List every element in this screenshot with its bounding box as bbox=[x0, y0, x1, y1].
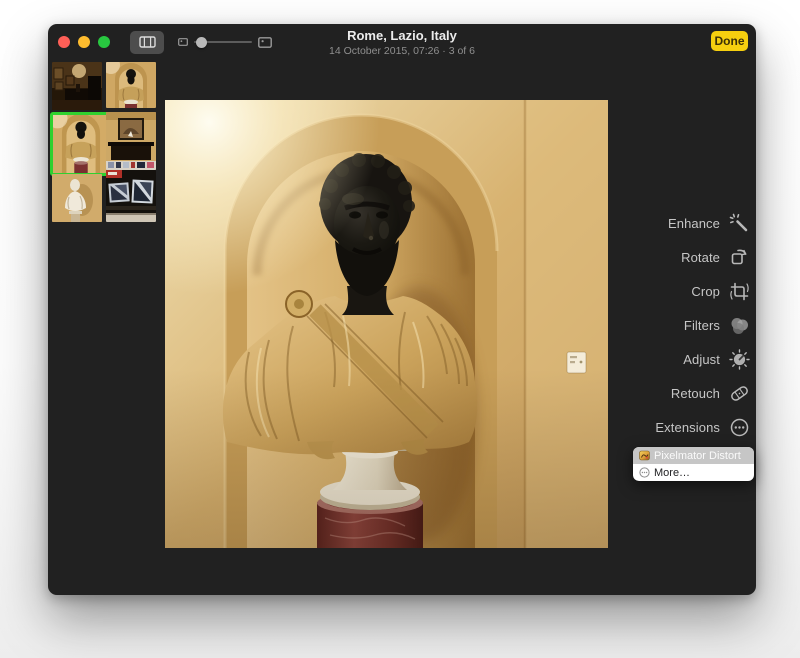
thumbnail-4-painting-cabinet[interactable] bbox=[106, 112, 156, 170]
minimize-button[interactable] bbox=[78, 36, 90, 48]
small-image-icon bbox=[178, 38, 188, 46]
tool-crop-label: Crop bbox=[691, 284, 720, 299]
thumbnail-5-white-bust[interactable] bbox=[52, 174, 102, 222]
tool-enhance[interactable]: Enhance bbox=[668, 212, 750, 234]
thumbnail-3-bust-in-niche-selected[interactable] bbox=[50, 112, 112, 176]
close-button[interactable] bbox=[58, 36, 70, 48]
traffic-lights bbox=[58, 36, 110, 48]
titlebar: Rome, Lazio, Italy 14 October 2015, 07:2… bbox=[48, 24, 756, 60]
thumbnail-1-room-interior[interactable] bbox=[52, 62, 102, 110]
extensions-popup-menu: Pixelmator Distort More… bbox=[633, 447, 754, 481]
filters-icon bbox=[729, 315, 750, 336]
main-photo-bust-of-roman-emperor bbox=[165, 100, 608, 548]
zoom-slider-track[interactable] bbox=[194, 41, 252, 43]
tool-adjust[interactable]: Adjust bbox=[683, 348, 750, 370]
crop-icon bbox=[729, 281, 750, 302]
thumbnail-browser-icon bbox=[139, 36, 156, 48]
tool-retouch[interactable]: Retouch bbox=[671, 382, 750, 404]
tool-rotate[interactable]: Rotate bbox=[681, 246, 750, 268]
rotate-icon bbox=[729, 247, 750, 268]
more-ellipsis-icon bbox=[639, 467, 650, 478]
thumbnail-browser-toggle-button[interactable] bbox=[130, 31, 164, 54]
room-interior-image bbox=[52, 62, 102, 110]
tool-crop[interactable]: Crop bbox=[691, 280, 750, 302]
tool-extensions[interactable]: Extensions bbox=[655, 416, 750, 438]
zoom-slider-thumb[interactable] bbox=[196, 37, 207, 48]
dark-shelf-image bbox=[106, 170, 156, 222]
tool-extensions-label: Extensions bbox=[655, 420, 720, 435]
tool-enhance-label: Enhance bbox=[668, 216, 720, 231]
magic-wand-icon bbox=[729, 213, 750, 234]
titlebar-text: Rome, Lazio, Italy 14 October 2015, 07:2… bbox=[329, 28, 475, 58]
menu-item-label: More… bbox=[654, 467, 690, 479]
done-button[interactable]: Done bbox=[711, 31, 748, 51]
menu-item-label: Pixelmator Distort bbox=[654, 450, 741, 462]
tool-filters[interactable]: Filters bbox=[684, 314, 750, 336]
photos-edit-window: Rome, Lazio, Italy 14 October 2015, 07:2… bbox=[48, 24, 756, 595]
menu-item-more[interactable]: More… bbox=[633, 464, 754, 481]
adjust-icon bbox=[729, 349, 750, 370]
thumbnail-6-dark-shelf[interactable] bbox=[106, 170, 156, 222]
bust-in-niche-image bbox=[106, 62, 156, 108]
selected-bust-image bbox=[53, 115, 109, 173]
white-bust-image bbox=[52, 174, 102, 222]
pixelmator-distort-app-icon bbox=[639, 450, 650, 461]
tool-adjust-label: Adjust bbox=[683, 352, 720, 367]
tool-retouch-label: Retouch bbox=[671, 386, 720, 401]
ellipsis-circle-icon bbox=[729, 417, 750, 438]
page-title: Rome, Lazio, Italy bbox=[329, 28, 475, 44]
tool-filters-label: Filters bbox=[684, 318, 720, 333]
large-image-icon bbox=[258, 37, 272, 48]
photo-date-counter: 14 October 2015, 07:26 · 3 of 6 bbox=[329, 45, 475, 58]
thumbnail-2-bust-in-niche[interactable] bbox=[106, 62, 156, 108]
zoom-slider[interactable] bbox=[178, 37, 272, 48]
painting-cabinet-image bbox=[106, 112, 156, 170]
zoom-window-button[interactable] bbox=[98, 36, 110, 48]
tool-rotate-label: Rotate bbox=[681, 250, 720, 265]
bandage-icon bbox=[729, 383, 750, 404]
menu-item-pixelmator-distort[interactable]: Pixelmator Distort bbox=[633, 447, 754, 464]
